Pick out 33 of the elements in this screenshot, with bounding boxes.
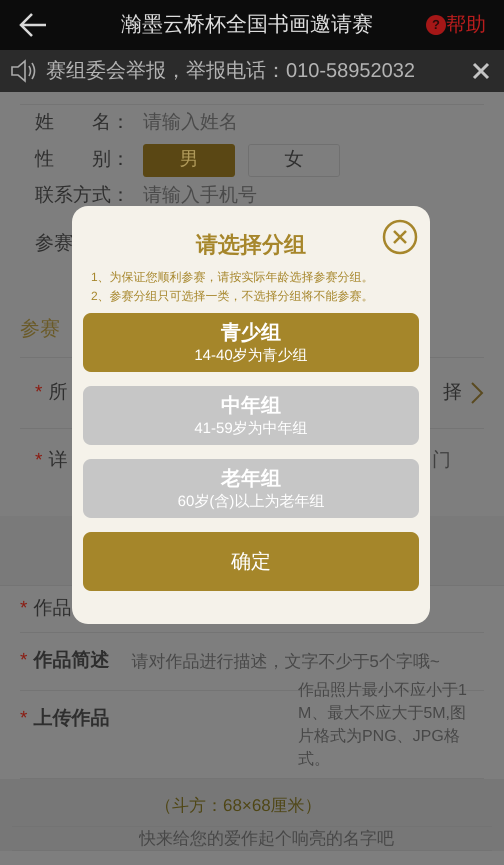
- group-option[interactable]: 老年组 60岁(含)以上为老年组: [83, 459, 419, 518]
- field-label: 性 别：: [35, 148, 131, 172]
- field-label: 联系方式：: [35, 184, 131, 208]
- required-mark: *: [20, 596, 28, 621]
- speaker-icon: [10, 59, 38, 83]
- field-label: 姓 名：: [35, 111, 131, 136]
- required-mark: *: [20, 649, 28, 674]
- group-option[interactable]: 青少组 14-40岁为青少组: [83, 313, 419, 372]
- section-heading: 参赛: [20, 317, 60, 342]
- field-label: 上传作品: [33, 707, 110, 731]
- page-title: 瀚墨云桥杯全国书画邀请赛: [120, 12, 374, 38]
- field-value: 门: [432, 449, 451, 473]
- size-note: （斗方：68×68厘米）: [155, 796, 322, 815]
- required-mark: *: [20, 707, 28, 731]
- field-label: 作品: [33, 596, 72, 621]
- confirm-button[interactable]: 确定: [83, 532, 419, 591]
- dialog-note: 1、为保证您顺利参赛，请按实际年龄选择参赛分组。: [91, 269, 375, 286]
- help-link[interactable]: ? 帮助: [426, 10, 486, 40]
- notice-text: 赛组委会举报，举报电话：010-58952032: [46, 59, 416, 84]
- field-label: 详: [48, 449, 68, 473]
- group-option[interactable]: 中年组 41-59岁为中年组: [83, 386, 419, 445]
- close-icon[interactable]: [472, 62, 490, 80]
- dialog-title: 请选择分组: [196, 231, 306, 259]
- required-mark: *: [35, 380, 42, 405]
- field-label: 所: [48, 380, 68, 405]
- back-icon[interactable]: [18, 12, 48, 38]
- select-value: 择: [443, 380, 462, 405]
- dialog-note: 2、参赛分组只可选择一类，不选择分组将不能参赛。: [91, 288, 375, 305]
- required-mark: *: [35, 449, 42, 473]
- field-label: 参赛: [35, 232, 73, 256]
- field-label: 作品简述: [33, 649, 110, 674]
- gender-option[interactable]: 女: [248, 144, 340, 176]
- gender-option[interactable]: 男: [143, 144, 235, 176]
